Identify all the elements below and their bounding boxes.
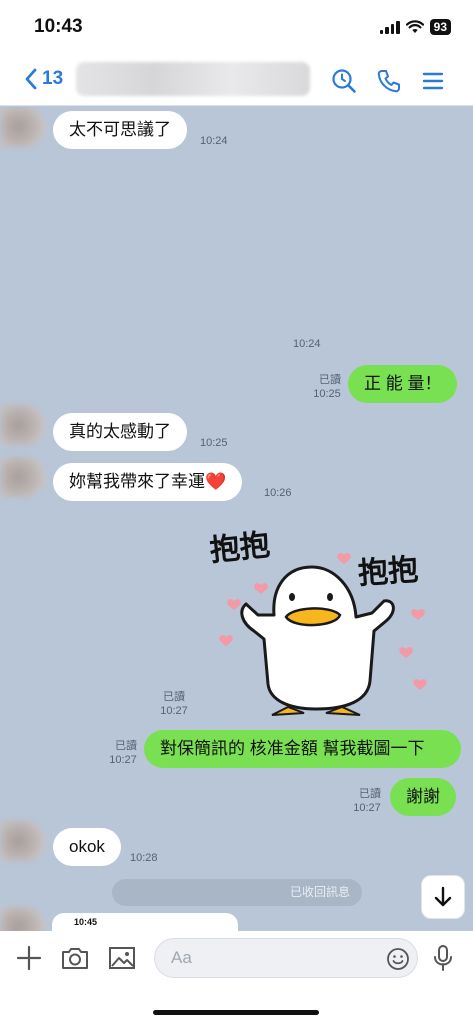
- message-input-field[interactable]: [171, 947, 371, 969]
- screenshot-preview-time: 10:45: [74, 917, 98, 927]
- message-time: 10:25: [200, 437, 228, 449]
- read-receipt: 已讀: [319, 374, 341, 386]
- camera-icon[interactable]: [60, 943, 90, 973]
- message-time: 10:24: [200, 135, 228, 147]
- message-time: 10:25: [313, 388, 341, 400]
- avatar[interactable]: [0, 457, 46, 497]
- input-bar: [0, 931, 473, 1024]
- avatar[interactable]: [0, 907, 46, 931]
- message-time: 10:27: [109, 754, 137, 766]
- outgoing-message[interactable]: 對保簡訊的 核准金額 幫我截圖一下: [144, 730, 461, 768]
- duck-hug-sticker[interactable]: 抱抱 抱抱: [206, 519, 442, 719]
- back-button[interactable]: 13: [24, 68, 63, 90]
- arrow-down-icon: [434, 886, 452, 907]
- sticker-text-left: 抱抱: [208, 528, 271, 569]
- message-input[interactable]: [154, 938, 418, 978]
- scroll-to-bottom-button[interactable]: [421, 875, 465, 919]
- message-time: 10:26: [264, 487, 292, 499]
- menu-icon[interactable]: [420, 68, 446, 94]
- avatar[interactable]: [0, 405, 46, 445]
- recalled-message-notice: 已收回訊息: [112, 879, 362, 906]
- chevron-left-icon: [25, 68, 37, 90]
- outgoing-message[interactable]: 正 能 量！: [348, 365, 458, 403]
- home-indicator: [153, 1010, 319, 1015]
- plus-icon[interactable]: [14, 943, 44, 973]
- unread-count: 13: [42, 68, 64, 89]
- phone-icon[interactable]: [376, 68, 402, 94]
- sticker-text-right: 抱抱: [357, 553, 419, 592]
- chat-title-blurred[interactable]: [76, 62, 310, 96]
- read-receipt: 已讀: [115, 740, 137, 752]
- message-time: 10:27: [160, 705, 188, 717]
- incoming-message[interactable]: 太不可思議了: [53, 111, 187, 149]
- search-clock-icon[interactable]: [331, 68, 357, 94]
- cellular-signal-icon: [379, 20, 400, 34]
- outgoing-message[interactable]: 謝謝: [390, 778, 456, 816]
- status-time: 10:43: [34, 16, 83, 37]
- status-bar: 10:43 93: [0, 0, 473, 56]
- read-receipt: 已讀: [163, 691, 185, 703]
- incoming-message[interactable]: 真的太感動了: [53, 413, 187, 451]
- status-icons: 93: [379, 19, 451, 35]
- wifi-icon: [405, 20, 424, 33]
- emoji-icon[interactable]: [386, 947, 410, 971]
- avatar[interactable]: [0, 107, 46, 147]
- image-icon[interactable]: [107, 943, 137, 973]
- message-time: 10:28: [130, 852, 158, 864]
- chat-header: 13: [0, 56, 473, 106]
- read-receipt: 已讀: [359, 788, 381, 800]
- message-time: 10:27: [353, 802, 381, 814]
- chat-area[interactable]: 太不可思議了 10:24 10:24 已讀 10:25 正 能 量！ 真的太感動…: [0, 107, 473, 931]
- microphone-icon[interactable]: [428, 943, 458, 973]
- message-time: 10:24: [293, 338, 321, 350]
- screenshot-preview[interactable]: 10:45: [52, 913, 238, 931]
- incoming-message[interactable]: okok: [53, 828, 121, 866]
- incoming-message[interactable]: 妳幫我帶來了幸運❤️: [53, 463, 243, 501]
- avatar[interactable]: [0, 821, 46, 861]
- battery-indicator: 93: [429, 19, 451, 35]
